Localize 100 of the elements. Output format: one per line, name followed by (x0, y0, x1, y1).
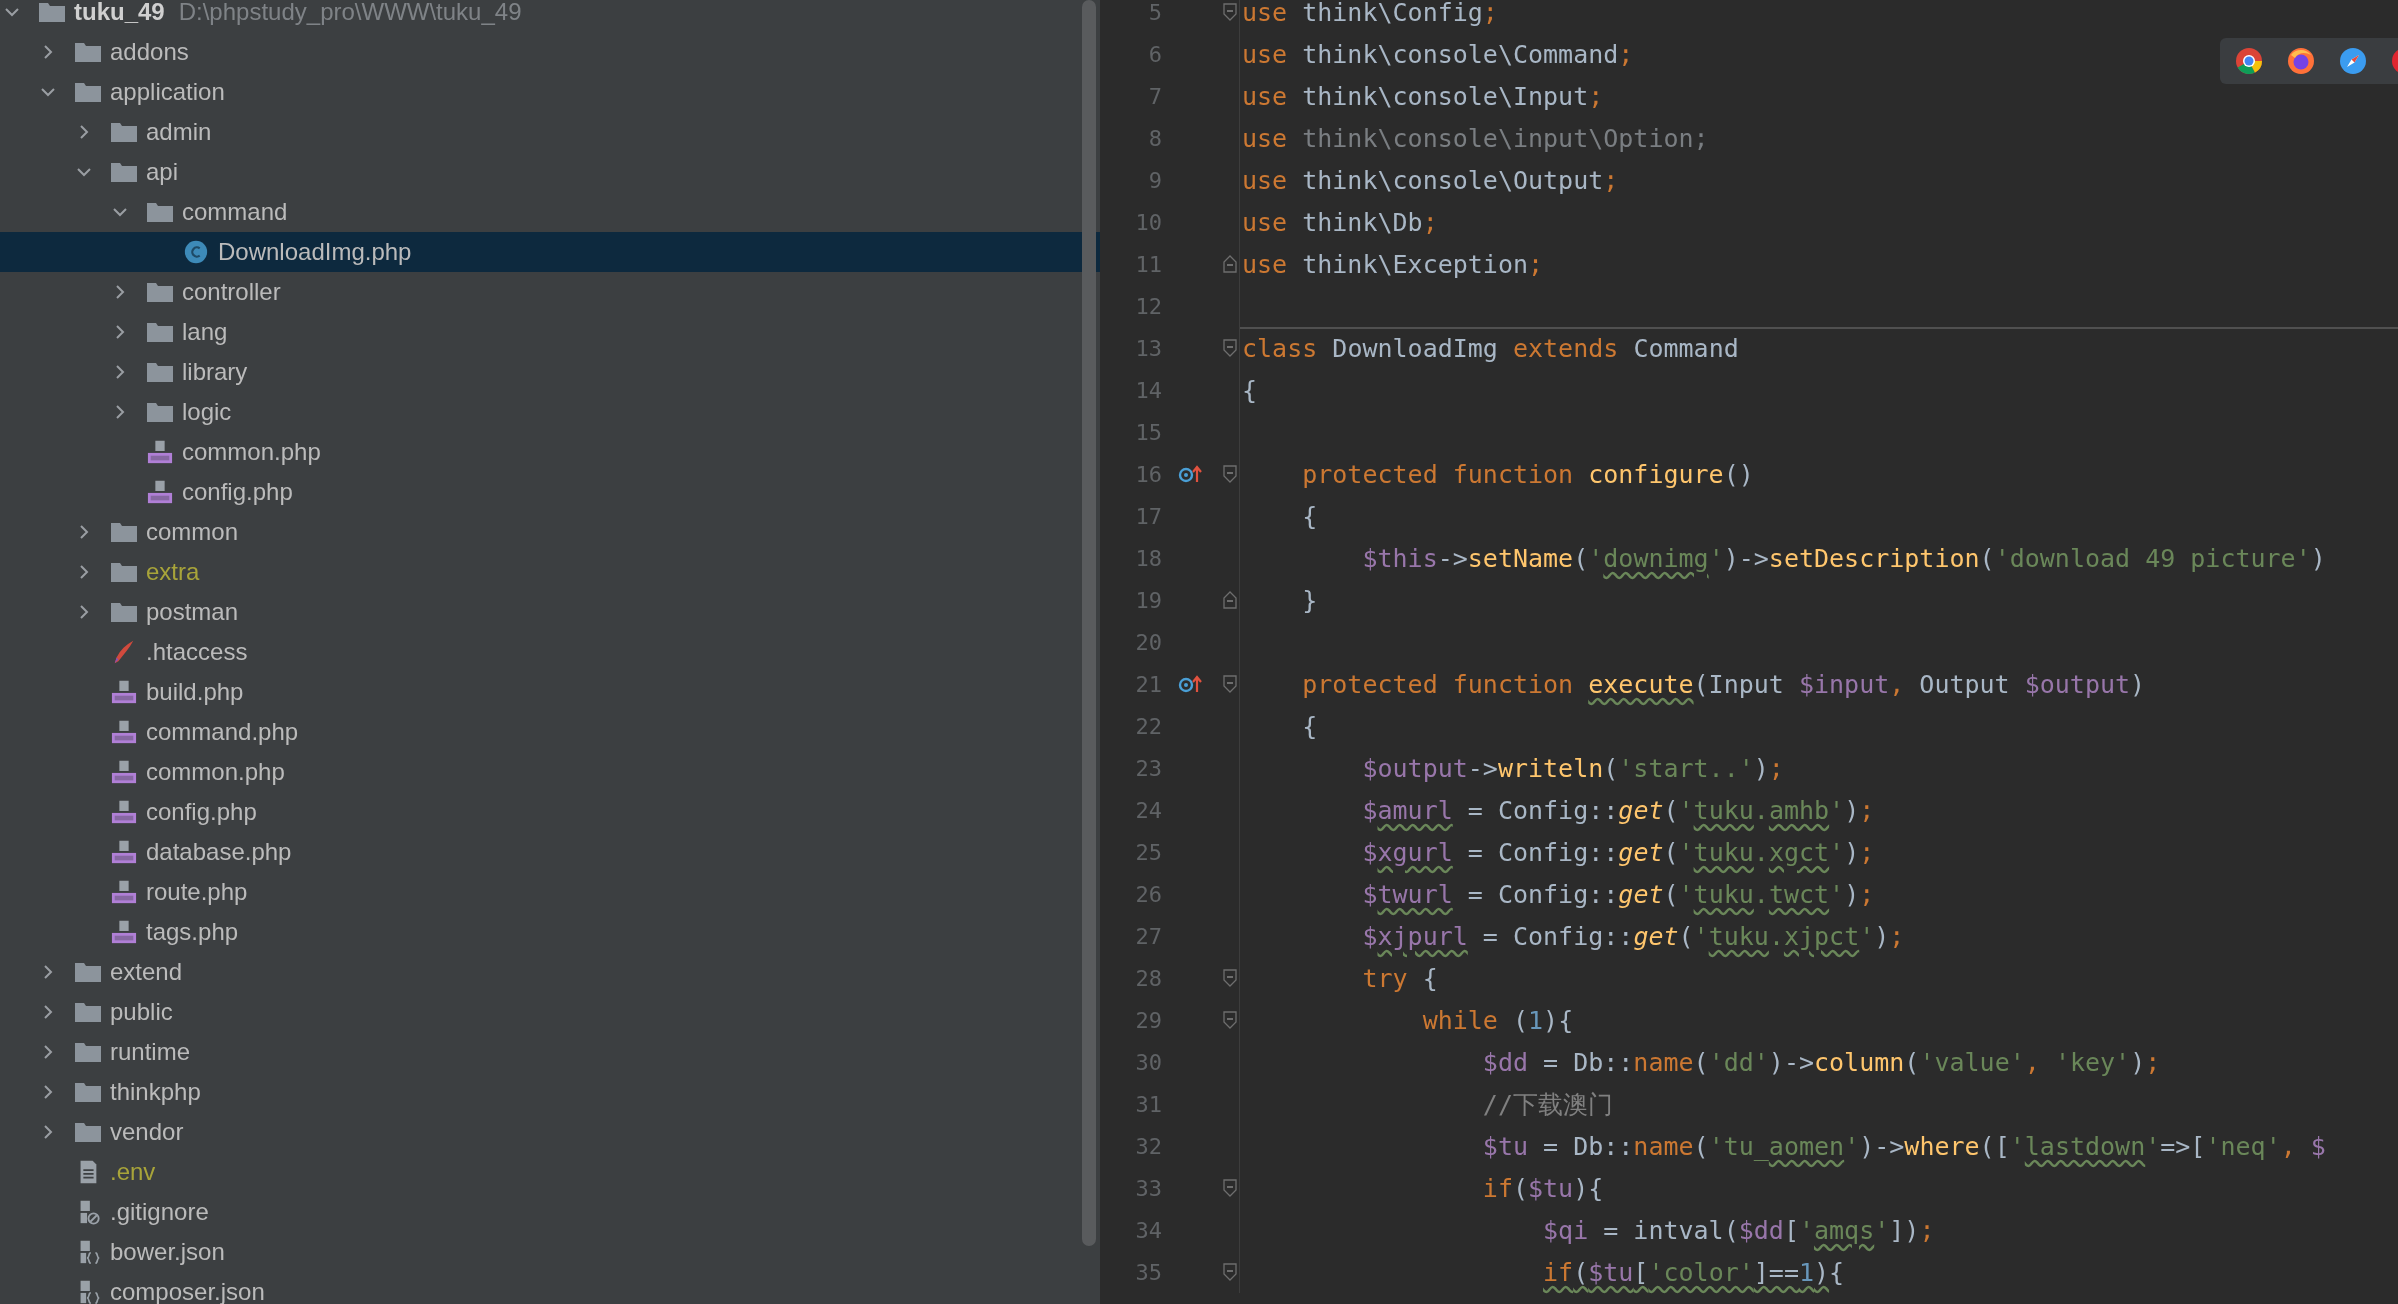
code-text: ( (1693, 1131, 1709, 1161)
tree-item[interactable]: build.php (0, 672, 1100, 712)
code-string: ' (1693, 921, 1709, 951)
tree-item[interactable]: logic (0, 392, 1100, 432)
line-number: 15 (1134, 419, 1162, 445)
code-string: . (1753, 795, 1769, 825)
compass-icon[interactable] (2338, 46, 2368, 76)
file-name: tuku_49 (74, 0, 165, 26)
tree-item[interactable]: admin (0, 112, 1100, 152)
tree-item[interactable]: .htaccess (0, 632, 1100, 672)
file-name: config.php (146, 798, 257, 826)
tree-item[interactable]: DownloadImg.php (0, 232, 1100, 272)
code-text: ([ (1979, 1131, 2010, 1161)
file-name: config.php (182, 478, 293, 506)
code-text: think\Config (1302, 0, 1483, 27)
code-text: ) (1844, 879, 1860, 909)
project-path: D:\phpstudy_pro\WWW\tuku_49 (178, 0, 522, 26)
fold-icon[interactable] (1221, 1263, 1238, 1281)
tree-item[interactable]: .gitignore (0, 1192, 1100, 1232)
tree-item[interactable]: vendor (0, 1112, 1100, 1152)
override-icon[interactable] (1178, 674, 1204, 694)
line-number: 14 (1134, 377, 1162, 403)
tree-item[interactable]: controller (0, 272, 1100, 312)
tree-item[interactable]: public (0, 992, 1100, 1032)
fold-icon[interactable] (1221, 339, 1238, 357)
tree-item[interactable]: extra (0, 552, 1100, 592)
tree-item[interactable]: thinkphp (0, 1072, 1100, 1112)
line-number: 29 (1134, 1007, 1162, 1033)
fold-icon[interactable] (1221, 3, 1238, 21)
line-number: 12 (1134, 293, 1162, 319)
tree-item[interactable]: command (0, 192, 1100, 232)
code-string: downimg (1603, 543, 1709, 573)
file-name: api (146, 158, 179, 186)
fold-icon[interactable] (1221, 255, 1238, 273)
code-string: tuku (1693, 795, 1754, 825)
tree-item[interactable]: runtime (0, 1032, 1100, 1072)
tree-item[interactable]: api (0, 152, 1100, 192)
code-function: setDescription (1768, 543, 1980, 573)
code-variable: $ (1362, 837, 1378, 867)
fold-icon[interactable] (1221, 465, 1238, 483)
scrollbar[interactable] (1082, 0, 1096, 1246)
code-text: think\console\Command (1302, 39, 1619, 69)
tree-item[interactable]: common.php (0, 432, 1100, 472)
php-file-icon (110, 719, 138, 745)
tree-item[interactable]: common (0, 512, 1100, 552)
tree-item[interactable]: common.php (0, 752, 1100, 792)
code-text: = Db:: (1543, 1131, 1634, 1161)
tree-item[interactable]: library (0, 352, 1100, 392)
code-string: xgct (1768, 837, 1830, 867)
code-variable: $tu (1588, 1257, 1634, 1287)
php-file-icon (110, 919, 138, 945)
php-file-icon (110, 879, 138, 905)
firefox-icon[interactable] (2286, 46, 2316, 76)
code-text: ( (1512, 1005, 1528, 1035)
tree-item[interactable]: lang (0, 312, 1100, 352)
code-text: = Config:: (1467, 795, 1619, 825)
chrome-icon[interactable] (2234, 46, 2264, 76)
file-name: runtime (110, 1038, 191, 1066)
code-text: ) (1874, 921, 1890, 951)
tree-item[interactable]: extend (0, 952, 1100, 992)
code-keyword: try (1362, 963, 1408, 993)
fold-icon[interactable] (1221, 1011, 1238, 1029)
fold-icon[interactable] (1221, 675, 1238, 693)
file-name: logic (182, 398, 232, 426)
code-string: 'dd' (1708, 1047, 1769, 1077)
code-punctuation: ; (2145, 1047, 2161, 1077)
code-punctuation: ; (1588, 81, 1604, 111)
folder-icon (38, 0, 66, 25)
code-keyword: if (1543, 1257, 1574, 1287)
tree-item[interactable]: command.php (0, 712, 1100, 752)
code-text: ( (1603, 753, 1619, 783)
fold-icon[interactable] (1221, 969, 1238, 987)
fold-icon[interactable] (1221, 1179, 1238, 1197)
tree-item[interactable]: route.php (0, 872, 1100, 912)
tree-item[interactable]: database.php (0, 832, 1100, 872)
code-string: amhb (1768, 795, 1830, 825)
file-name: library (182, 358, 248, 386)
tree-item[interactable]: addons (0, 32, 1100, 72)
tree-item[interactable]: tuku_49 D:\phpstudy_pro\WWW\tuku_49 (0, 0, 1100, 32)
code-keyword: name (1633, 1047, 1694, 1077)
code-string: lastdown (2024, 1131, 2146, 1161)
tree-item[interactable]: .env (0, 1152, 1100, 1192)
file-name: build.php (146, 678, 244, 706)
code-number: 1 (1528, 1005, 1544, 1035)
tree-item[interactable]: bower.json (0, 1232, 1100, 1272)
code-punctuation: ; (1859, 879, 1875, 909)
fold-icon[interactable] (1221, 591, 1238, 609)
tree-item[interactable]: config.php (0, 472, 1100, 512)
tree-item[interactable]: tags.php (0, 912, 1100, 952)
code-punctuation: ; (1768, 753, 1784, 783)
tree-item[interactable]: postman (0, 592, 1100, 632)
code-text: ( (1663, 795, 1679, 825)
tree-item[interactable]: application (0, 72, 1100, 112)
file-name: common (146, 518, 239, 546)
line-number: 31 (1134, 1091, 1162, 1117)
file-name: addons (110, 38, 189, 66)
tree-item[interactable]: config.php (0, 792, 1100, 832)
override-icon[interactable] (1178, 464, 1204, 484)
code-comment: //下载澳门 (1482, 1088, 1613, 1121)
code-text: ( (1979, 543, 1995, 573)
